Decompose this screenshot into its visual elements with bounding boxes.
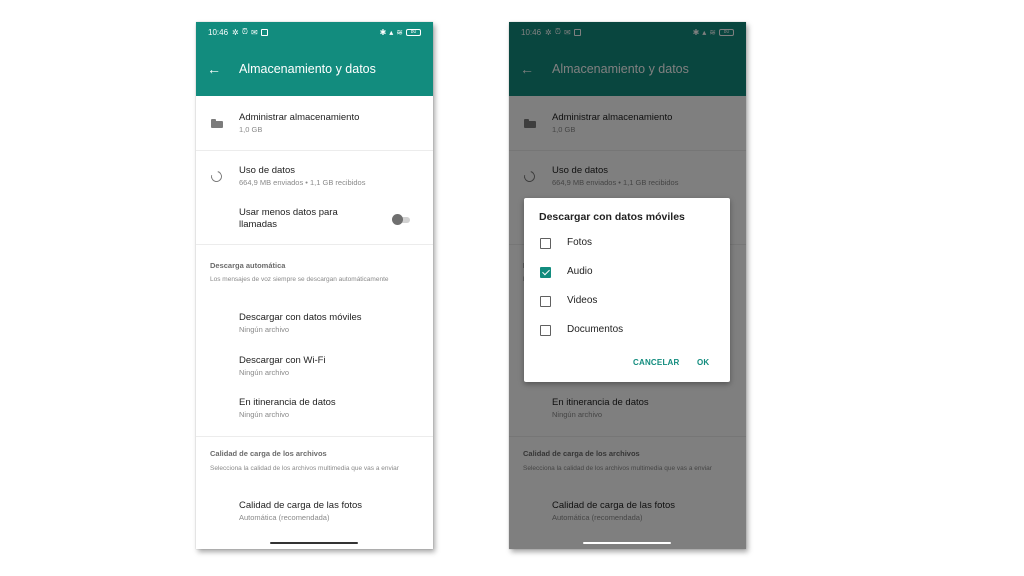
less-data-calls-line1: Usar menos datos para <box>239 207 338 218</box>
less-data-calls-line2: llamadas <box>239 219 278 230</box>
documents-checkbox[interactable] <box>540 325 551 336</box>
option-documents[interactable]: Documentos <box>524 320 730 342</box>
videos-checkbox[interactable] <box>540 296 551 307</box>
mobile-data-download-dialog: Descargar con datos móviles Fotos Audio … <box>524 198 730 382</box>
data-usage-icon <box>208 168 225 185</box>
audio-checkbox[interactable] <box>540 267 551 278</box>
mobile-data-download-item[interactable]: Descargar con datos móviles Ningún archi… <box>196 303 433 343</box>
photo-quality-subtitle: Automática (recomendada) <box>239 513 330 522</box>
data-usage-subtitle: 664,9 MB enviados • 1,1 GB recibidos <box>239 178 366 187</box>
data-usage-item[interactable]: Uso de datos 664,9 MB enviados • 1,1 GB … <box>196 151 433 201</box>
roaming-download-title: En itinerancia de datos <box>239 397 336 408</box>
wifi-download-item[interactable]: Descargar con Wi-Fi Ningún archivo <box>196 346 433 386</box>
phone-screen-dialog: 10:46 ✲ ⏰︎ ✉ ✱ ▴ ≋ 80 ← Almacenamiento y… <box>509 22 746 549</box>
signal-icon: ▴ <box>389 27 394 37</box>
upload-quality-header: Calidad de carga de los archivos <box>210 449 327 458</box>
manage-storage-subtitle: 1,0 GB <box>239 125 263 134</box>
option-videos[interactable]: Videos <box>524 291 730 313</box>
wifi-download-subtitle: Ningún archivo <box>239 368 290 377</box>
auto-download-description: Los mensajes de voz siempre se descargan… <box>210 276 389 283</box>
photos-label: Fotos <box>567 237 593 248</box>
photo-quality-item[interactable]: Calidad de carga de las fotos Automática… <box>196 492 433 532</box>
dialog-title: Descargar con datos móviles <box>539 211 685 223</box>
status-time: 10:46 <box>208 27 229 37</box>
cancel-button[interactable]: CANCELAR <box>633 358 680 367</box>
manage-storage-item[interactable]: Administrar almacenamiento 1,0 GB <box>196 96 433 150</box>
phone-screen-settings: 10:46 ✲ ⏰︎ ✉ ✱ ▴ ≋ 80 ← Almacenamiento y… <box>196 22 433 549</box>
data-usage-title: Uso de datos <box>239 165 295 176</box>
videos-label: Videos <box>567 295 598 306</box>
settings-icon: ✲ <box>232 27 239 37</box>
mobile-data-download-title: Descargar con datos móviles <box>239 312 362 323</box>
gesture-nav-handle[interactable] <box>270 542 358 544</box>
roaming-download-subtitle: Ningún archivo <box>239 410 290 419</box>
option-audio[interactable]: Audio <box>524 262 730 284</box>
divider <box>196 436 433 437</box>
back-arrow-icon[interactable]: ← <box>196 62 230 76</box>
alarm-icon: ⏰︎ <box>241 27 248 36</box>
gesture-nav-handle[interactable] <box>583 542 671 544</box>
photo-quality-title: Calidad de carga de las fotos <box>239 500 363 511</box>
square-app-icon <box>260 28 268 36</box>
ok-button[interactable]: OK <box>697 358 709 367</box>
divider <box>196 244 433 245</box>
photos-checkbox[interactable] <box>540 238 551 249</box>
wifi-download-title: Descargar con Wi-Fi <box>239 355 326 366</box>
page-title: Almacenamiento y datos <box>239 62 376 76</box>
less-data-calls-toggle[interactable] <box>392 214 412 225</box>
settings-list: Administrar almacenamiento 1,0 GB Uso de… <box>196 96 433 549</box>
wifi-icon: ≋ <box>396 27 403 37</box>
mobile-data-download-subtitle: Ningún archivo <box>239 325 290 334</box>
manage-storage-title: Administrar almacenamiento <box>239 112 360 123</box>
audio-label: Audio <box>567 266 593 277</box>
status-bar: 10:46 ✲ ⏰︎ ✉ ✱ ▴ ≋ 80 <box>196 22 433 42</box>
bluetooth-icon: ✱ <box>379 27 387 37</box>
upload-quality-description: Selecciona la calidad de los archivos mu… <box>210 465 399 472</box>
battery-icon: 80 <box>406 28 421 36</box>
roaming-download-item[interactable]: En itinerancia de datos Ningún archivo <box>196 389 433 429</box>
app-bar: ← Almacenamiento y datos <box>196 42 433 96</box>
mail-icon: ✉ <box>250 27 258 37</box>
documents-label: Documentos <box>567 324 624 335</box>
less-data-calls-item[interactable]: Usar menos datos para llamadas <box>196 201 433 245</box>
folder-icon <box>211 119 223 128</box>
auto-download-header: Descarga automática <box>210 261 286 270</box>
option-photos[interactable]: Fotos <box>524 233 730 255</box>
